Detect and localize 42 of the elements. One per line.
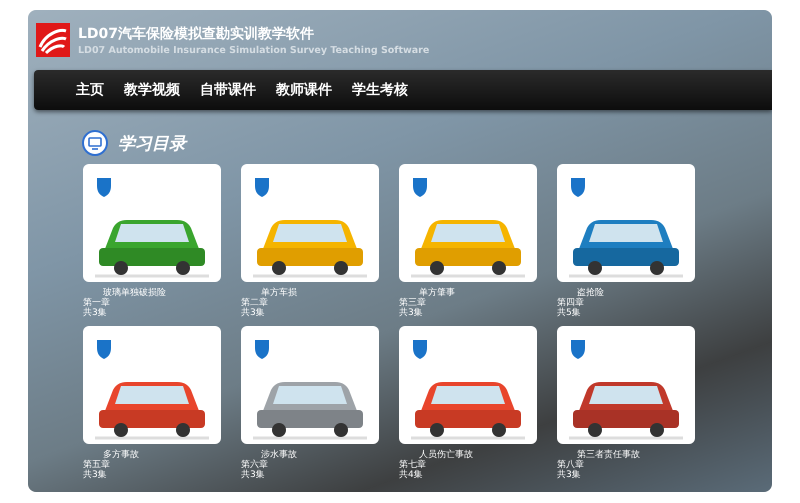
- logo-icon: [36, 23, 70, 57]
- course-title: 多方事故: [103, 450, 140, 460]
- car-illustration[interactable]: [83, 326, 221, 444]
- chapter-label: 第六章: [241, 460, 269, 470]
- chapter-label: 第八章: [557, 460, 585, 470]
- episode-count: 共5集: [557, 308, 582, 318]
- chapter-label: 第四章: [557, 298, 585, 308]
- episode-count: 共3集: [399, 308, 424, 318]
- nav-link[interactable]: 学生考核: [352, 81, 408, 99]
- chapter-label: 第二章: [241, 298, 268, 308]
- car-illustration[interactable]: [399, 326, 537, 444]
- chapter-label: 第五章: [83, 460, 111, 470]
- chapter-label: 第三章: [399, 298, 426, 308]
- car-illustration[interactable]: [241, 326, 379, 444]
- chapter-label: 第一章: [83, 298, 111, 308]
- nav-link[interactable]: 主页: [76, 81, 104, 99]
- nav-link[interactable]: 教师课件: [276, 81, 332, 99]
- app-subtitle: LD07 Automobile Insurance Simulation Survey Teaching Software: [78, 44, 430, 56]
- app-title: LD07汽车保险模拟查勘实训教学软件: [78, 24, 316, 42]
- course-title: 盗抢险: [577, 288, 605, 298]
- episode-count: 共3集: [241, 308, 266, 318]
- nav-link[interactable]: 自带课件: [200, 81, 256, 99]
- car-illustration[interactable]: [241, 164, 379, 282]
- nav-link[interactable]: 教学视频: [124, 81, 180, 99]
- episode-count: 共3集: [83, 470, 108, 480]
- course-title: 单方车损: [261, 288, 298, 298]
- episode-count: 共3集: [557, 470, 582, 480]
- episode-count: 共3集: [241, 470, 266, 480]
- monitor-icon: [82, 130, 108, 156]
- course-title: 第三者责任事故: [577, 450, 641, 460]
- episode-count: 共4集: [399, 470, 424, 480]
- car-illustration[interactable]: [557, 326, 695, 444]
- course-title: 人员伤亡事故: [419, 450, 474, 460]
- section-title: 学习目录: [118, 132, 186, 154]
- chapter-label: 第七章: [399, 460, 427, 470]
- car-illustration[interactable]: [83, 164, 221, 282]
- car-illustration[interactable]: [557, 164, 695, 282]
- course-title: 单方肇事: [419, 288, 456, 298]
- course-title: 涉水事故: [261, 450, 298, 460]
- episode-count: 共3集: [83, 308, 108, 318]
- course-title: 玻璃单独破损险: [103, 288, 167, 298]
- car-illustration[interactable]: [399, 164, 537, 282]
